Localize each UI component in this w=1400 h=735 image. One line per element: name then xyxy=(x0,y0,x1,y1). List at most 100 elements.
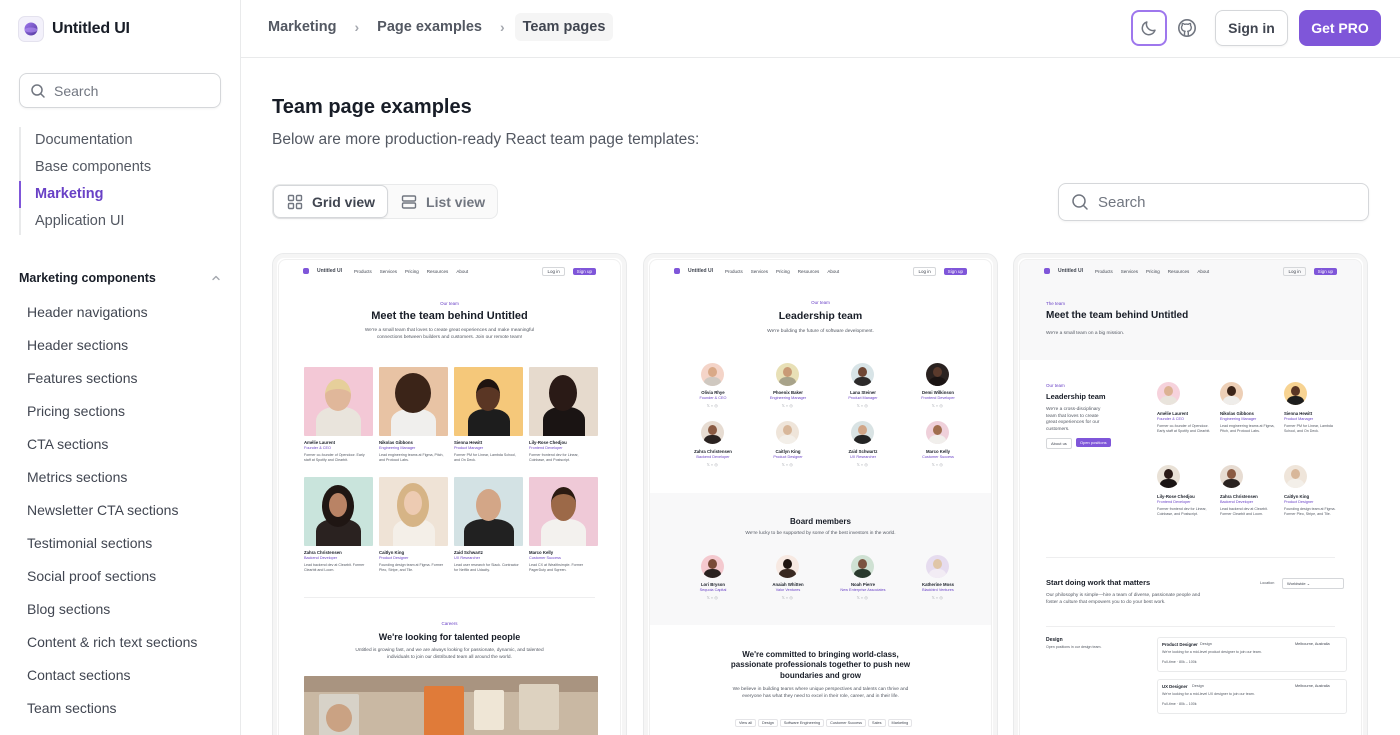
member-name: Demi Wilkinson xyxy=(922,390,954,395)
list-view-button[interactable]: List view xyxy=(388,185,497,218)
page-subtitle: Below are more production-ready React te… xyxy=(272,131,700,148)
department-tabs: View all Design Software Engineering Cus… xyxy=(735,719,913,727)
member-role: Product Manager xyxy=(1284,417,1314,421)
member-desc: Former PM for Linear, Lambda School, and… xyxy=(1284,424,1333,433)
location-select: Worldwide ⌄ xyxy=(1282,578,1344,589)
sidebar-item-features-sections[interactable]: Features sections xyxy=(27,362,227,395)
side-eyebrow: Our team xyxy=(1046,383,1065,388)
breadcrumb-marketing[interactable]: Marketing xyxy=(260,13,345,41)
marketing-components-toggle[interactable]: Marketing components xyxy=(19,271,221,285)
sidebar-item-documentation[interactable]: Documentation xyxy=(19,127,229,154)
preview-heading: Leadership team xyxy=(778,310,863,322)
location-value: Worldwide xyxy=(1287,581,1306,586)
breadcrumb-team-pages[interactable]: Team pages xyxy=(514,13,614,41)
github-link[interactable] xyxy=(1173,14,1201,42)
marketing-components-nav: Header navigations Header sections Featu… xyxy=(27,296,227,725)
member-photo xyxy=(379,367,448,436)
member-name: Zahra Christensen xyxy=(304,550,342,555)
chevron-right-icon: › xyxy=(499,19,505,35)
brand[interactable]: Untitled UI xyxy=(18,16,130,42)
member-role: Engineering Manager xyxy=(379,446,416,450)
sidebar-item-application-ui[interactable]: Application UI xyxy=(19,208,229,235)
member-role: Product Manager xyxy=(848,396,878,400)
team-page-card-2[interactable]: Untitled UI Products Services Pricing Re… xyxy=(643,253,998,735)
member-avatar xyxy=(851,421,874,444)
preview-eyebrow: Our team xyxy=(440,301,459,306)
get-pro-button[interactable]: Get PRO xyxy=(1299,10,1381,46)
sidebar-item-cta-sections[interactable]: CTA sections xyxy=(27,428,227,461)
team-page-card-3[interactable]: Untitled UI Products Services Pricing Re… xyxy=(1013,253,1368,735)
preview-signup: Sign up xyxy=(943,267,967,275)
social-icons: 𝕏▪◎ xyxy=(856,462,870,467)
sidebar-item-team-sections[interactable]: Team sections xyxy=(27,692,227,725)
breadcrumb-page-examples[interactable]: Page examples xyxy=(369,13,490,41)
member-name: Sienna Hewitt xyxy=(1284,411,1313,416)
job-location: Melbourne, Australia xyxy=(1295,684,1330,688)
member-photo xyxy=(304,477,373,546)
member-desc: Lead user research for Slack. Contractor… xyxy=(454,563,519,572)
side-heading: Leadership team xyxy=(1046,392,1106,401)
grid-view-button[interactable]: Grid view xyxy=(273,185,389,218)
board-text: We're lucky to be supported by some of t… xyxy=(745,531,896,536)
sidebar-item-base-components[interactable]: Base components xyxy=(19,154,229,181)
sidebar-item-blog-sections[interactable]: Blog sections xyxy=(27,593,227,626)
preview-heading: Meet the team behind Untitled xyxy=(1046,310,1189,321)
view-toggle: Grid view List view xyxy=(272,184,499,219)
preview-nav-link: Products xyxy=(1095,268,1113,274)
board-role: Blackbird Ventures xyxy=(922,588,954,592)
sidebar-item-contact-sections[interactable]: Contact sections xyxy=(27,659,227,692)
member-name: Nikolas Gibbons xyxy=(379,440,413,445)
page-title: Team page examples xyxy=(272,96,472,118)
chevron-up-icon xyxy=(212,275,220,281)
sidebar-item-content-rich-text-sections[interactable]: Content & rich text sections xyxy=(27,626,227,659)
member-desc: Former PM for Linear, Lambda School, and… xyxy=(454,453,516,462)
tab-customer-success: Customer Success xyxy=(826,719,867,727)
brand-name: Untitled UI xyxy=(52,20,130,37)
preview-nav-link: About xyxy=(456,268,469,274)
sidebar: Untitled UI Documentation Base component… xyxy=(0,0,241,735)
department-name: Design xyxy=(1046,637,1063,643)
theme-toggle-button[interactable] xyxy=(1131,10,1167,46)
member-photo xyxy=(379,477,448,546)
sidebar-search[interactable] xyxy=(19,73,221,108)
team-page-card-1[interactable]: Untitled UI Products Services Pricing Re… xyxy=(272,253,627,735)
sidebar-item-marketing[interactable]: Marketing xyxy=(19,181,229,208)
social-icons: 𝕏▪◎ xyxy=(856,403,870,408)
grid-view-label: Grid view xyxy=(312,193,376,210)
preview-text: We're building the future of software de… xyxy=(767,329,874,334)
sidebar-item-metrics-sections[interactable]: Metrics sections xyxy=(27,461,227,494)
member-avatar xyxy=(1220,465,1243,488)
sidebar-item-header-navigations[interactable]: Header navigations xyxy=(27,296,227,329)
preview-signup: Sign up xyxy=(1313,267,1337,275)
member-role: Founder & CEO xyxy=(699,396,727,400)
sidebar-item-social-proof-sections[interactable]: Social proof sections xyxy=(27,560,227,593)
member-name: Lana Steiner xyxy=(850,390,876,395)
logo-icon xyxy=(18,16,44,42)
member-name: Nikolas Gibbons xyxy=(1220,411,1254,416)
section-divider xyxy=(1046,557,1335,558)
member-desc: Lead backend dev at Clearbit. Former Cle… xyxy=(304,563,365,572)
member-avatar xyxy=(776,421,799,444)
sign-in-button[interactable]: Sign in xyxy=(1215,10,1288,46)
sidebar-search-input[interactable] xyxy=(54,82,204,99)
social-icons: 𝕏▪◎ xyxy=(931,462,945,467)
sidebar-item-newsletter-cta-sections[interactable]: Newsletter CTA sections xyxy=(27,494,227,527)
sidebar-item-header-sections[interactable]: Header sections xyxy=(27,329,227,362)
member-role: UX Researcher xyxy=(454,556,480,560)
member-desc: Former co-founder of Opendoor. Early sta… xyxy=(1157,424,1211,433)
careers-heading: We're looking for talented people xyxy=(378,632,521,642)
member-role: Product Designer xyxy=(1284,500,1314,504)
search-icon xyxy=(31,83,45,98)
sidebar-item-pricing-sections[interactable]: Pricing sections xyxy=(27,395,227,428)
job-title: Product Designer xyxy=(1162,642,1198,647)
member-name: Zaid Schwartz xyxy=(848,449,878,454)
app-root: Untitled UI Documentation Base component… xyxy=(0,0,1400,735)
preview-eyebrow: Our team xyxy=(811,300,830,305)
sidebar-item-testimonial-sections[interactable]: Testimonial sections xyxy=(27,527,227,560)
board-heading: Board members xyxy=(790,517,851,526)
main-search-input[interactable] xyxy=(1098,193,1348,211)
main-search[interactable] xyxy=(1058,183,1369,221)
member-name: Caitlyn King xyxy=(1284,494,1310,499)
job-desc: We're looking for a mid-level UX designe… xyxy=(1162,692,1255,696)
section-divider xyxy=(1046,626,1335,627)
